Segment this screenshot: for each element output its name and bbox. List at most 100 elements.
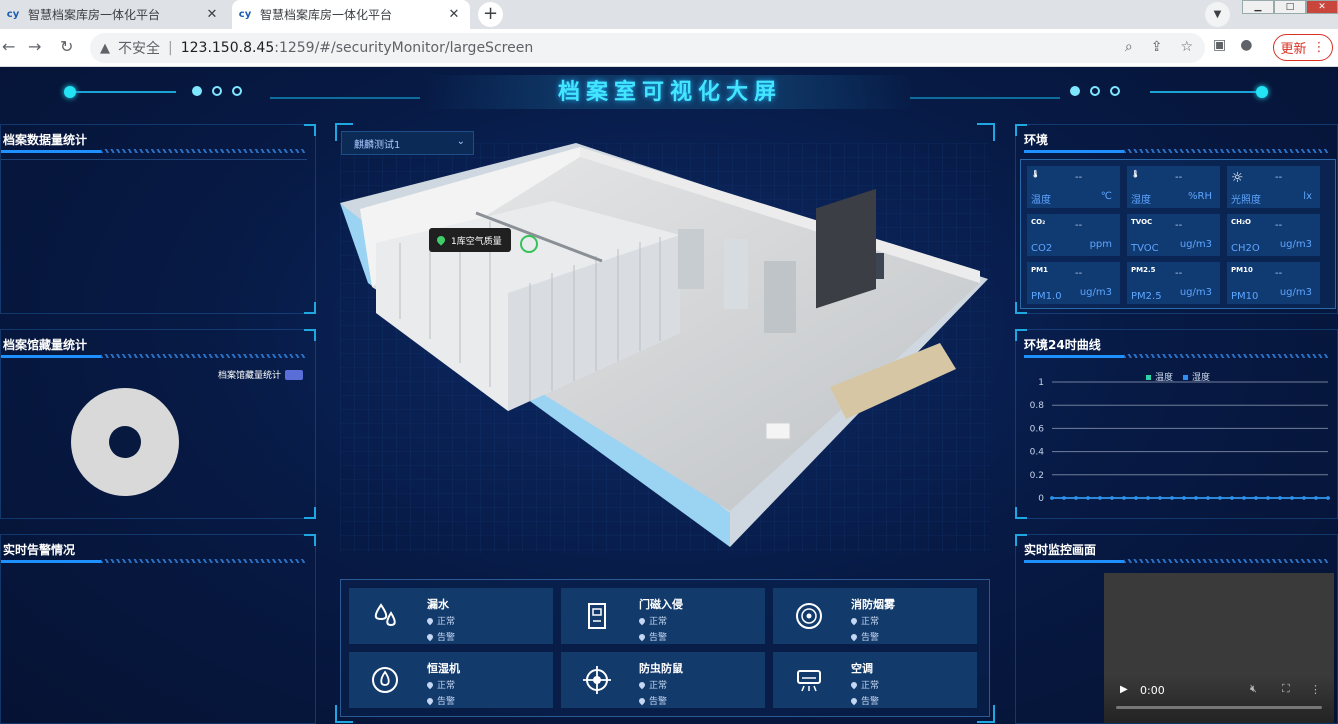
holdings-panel: 档案馆藏量统计 档案馆藏量统计 (0, 329, 316, 519)
data-point[interactable] (1302, 496, 1306, 500)
more-options-icon[interactable]: ⋮ (1310, 683, 1321, 696)
tab-close-icon[interactable]: ✕ (446, 7, 462, 22)
separator: | (168, 40, 173, 56)
data-point[interactable] (1218, 496, 1222, 500)
env-unit: ug/m3 (1079, 287, 1112, 298)
env-value: -- (1075, 220, 1083, 231)
panel-title: 档案数据量统计 (3, 133, 88, 147)
sensor-name: 防虫防鼠 (639, 662, 683, 675)
data-point[interactable] (1122, 496, 1126, 500)
warning-icon[interactable]: ▲ (100, 41, 110, 56)
tab-close-icon[interactable]: ✕ (204, 7, 220, 22)
env-cell-pm10: PM1 -- ug/m3 PM1.0 (1027, 262, 1120, 304)
minimize-button[interactable]: ▁ (1242, 0, 1274, 14)
back-icon[interactable]: ← (2, 37, 15, 56)
profile-avatar-icon[interactable]: ● (1240, 37, 1252, 53)
panel-title-bar (1024, 354, 1329, 358)
video-player[interactable]: ▶ 0:00 🔇︎ ⛶ ⋮ (1104, 573, 1334, 723)
room-select[interactable]: 麒麟测试1 ⌄ (341, 131, 474, 155)
header-dots-left (192, 86, 242, 96)
data-point[interactable] (1158, 496, 1162, 500)
data-point[interactable] (1278, 496, 1282, 500)
share-icon[interactable]: ⇪ (1151, 39, 1163, 55)
environment-panel: 环境 🌡︎ -- ℃ 温度 🌡︎ -- %RH 湿度 ☼ -- lx 光照度 CO₂ -- ppm CO2 TV… (1015, 124, 1338, 314)
data-point[interactable] (1074, 496, 1078, 500)
browser-tab-1[interactable]: cy 智慧档案库房一体化平台 ✕ (0, 0, 228, 29)
bookmark-star-icon[interactable]: ☆ (1180, 39, 1193, 55)
env-value: -- (1275, 220, 1283, 231)
data-point[interactable] (1326, 496, 1330, 500)
data-point[interactable] (1062, 496, 1066, 500)
pm25-icon: PM2.5 (1131, 266, 1156, 274)
sensor-card-pest-control[interactable]: 防虫防鼠 正常 告警 (561, 652, 765, 708)
sensor-marker-icon[interactable] (520, 235, 538, 253)
sensor-normal: 正常 (637, 614, 667, 627)
data-point[interactable] (1170, 496, 1174, 500)
env-cell-光照度: ☼ -- lx 光照度 (1227, 166, 1320, 208)
panel-title: 环境24时曲线 (1024, 338, 1101, 352)
chart-legend[interactable]: 档案馆藏量统计 (218, 368, 303, 381)
panel-title-bar (1, 354, 306, 358)
header-dot-icon (1256, 86, 1268, 98)
sensor-card-water-leak[interactable]: 漏水 正常 告警 (349, 588, 553, 644)
sensor-name: 消防烟雾 (851, 598, 895, 611)
line-chart-svg: 1 0.8 0.6 0.4 0.2 0 (1030, 378, 1330, 504)
env-cell-湿度: 🌡︎ -- %RH 湿度 (1127, 166, 1220, 208)
data-point[interactable] (1290, 496, 1294, 500)
reload-icon[interactable]: ↻ (60, 37, 73, 56)
mute-icon[interactable]: 🔇︎ (1250, 682, 1257, 696)
data-point[interactable] (1146, 496, 1150, 500)
window-close-button[interactable]: ✕ (1306, 0, 1338, 14)
sensor-card-air-conditioner[interactable]: 空调 正常 告警 (773, 652, 977, 708)
env-unit: ug/m3 (1179, 239, 1212, 250)
donut-chart[interactable] (71, 388, 179, 496)
sidebar-icon[interactable]: ▣ (1213, 37, 1226, 53)
env-value: -- (1075, 268, 1083, 279)
update-button[interactable]: 更新 ⋮ (1273, 34, 1333, 61)
play-icon[interactable]: ▶ (1120, 684, 1128, 695)
maximize-button[interactable]: □ (1274, 0, 1306, 14)
data-point[interactable] (1182, 496, 1186, 500)
data-point[interactable] (1086, 496, 1090, 500)
data-point[interactable] (1110, 496, 1114, 500)
tooltip-label: 1库空气质量 (451, 236, 502, 247)
door (816, 188, 876, 309)
data-point[interactable] (1230, 496, 1234, 500)
sun-icon: ☼ (1231, 170, 1244, 186)
data-point[interactable] (1314, 496, 1318, 500)
sensor-name: 漏水 (427, 598, 449, 611)
video-time: 0:00 (1140, 684, 1165, 697)
env-value: -- (1275, 268, 1283, 279)
room-3d-view[interactable] (340, 143, 990, 553)
data-point[interactable] (1194, 496, 1198, 500)
data-point[interactable] (1266, 496, 1270, 500)
fullscreen-icon[interactable]: ⛶ (1282, 682, 1290, 696)
sensor-name: 空调 (851, 662, 873, 675)
data-point[interactable] (1134, 496, 1138, 500)
panel-title-bar (1, 149, 306, 153)
new-tab-button[interactable]: + (478, 2, 503, 27)
env-label: PM1.0 (1031, 291, 1062, 302)
video-progress-bar[interactable] (1116, 706, 1322, 709)
sensor-card-fire-smoke[interactable]: 消防烟雾 正常 告警 (773, 588, 977, 644)
data-point[interactable] (1098, 496, 1102, 500)
browser-tab-2[interactable]: cy 智慧档案库房一体化平台 ✕ (232, 0, 470, 29)
tab-search-button[interactable]: ▼ (1205, 2, 1230, 27)
env-line-chart[interactable]: 温度 湿度 1 0.8 0.6 0.4 0.2 0 (1016, 364, 1338, 514)
forward-icon[interactable]: → (28, 37, 41, 56)
data-point[interactable] (1254, 496, 1258, 500)
data-point[interactable] (1242, 496, 1246, 500)
pm1-icon: PM1 (1031, 266, 1048, 274)
env-unit: ug/m3 (1279, 239, 1312, 250)
water-drop-icon (367, 598, 403, 634)
alarm-panel: 实时告警情况 (0, 534, 316, 724)
sensor-card-door-intrusion[interactable]: 门磁入侵 正常 告警 (561, 588, 765, 644)
panel-title: 档案馆藏量统计 (3, 338, 88, 352)
env-cell-tvoc: TVOC -- ug/m3 TVOC (1127, 214, 1220, 256)
zoom-icon[interactable]: ⌕ (1125, 39, 1133, 55)
data-point[interactable] (1206, 496, 1210, 500)
sensor-name: 门磁入侵 (639, 598, 683, 611)
address-bar[interactable]: ▲ 不安全 | 123.150.8.45 :1259/#/securityMon… (90, 33, 1205, 63)
data-point[interactable] (1050, 496, 1054, 500)
sensor-card-humidifier[interactable]: 恒湿机 正常 告警 (349, 652, 553, 708)
